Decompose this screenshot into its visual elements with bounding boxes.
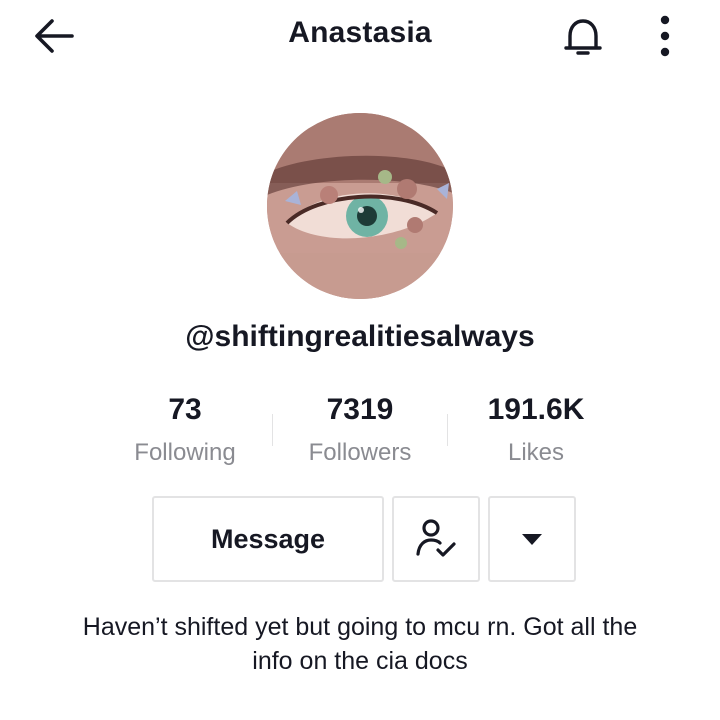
following-status-button[interactable] bbox=[392, 496, 480, 582]
followers-label: Followers bbox=[308, 439, 412, 466]
stat-followers[interactable]: 7319 Followers bbox=[270, 392, 450, 468]
username: @shiftingrealitiesalways bbox=[185, 320, 535, 353]
stat-likes[interactable]: 191.6K Likes bbox=[446, 392, 626, 468]
followers-count: 7319 bbox=[326, 393, 394, 426]
stat-following[interactable]: 73 Following bbox=[95, 392, 275, 468]
likes-count: 191.6K bbox=[487, 393, 585, 426]
avatar-image bbox=[267, 113, 453, 299]
notifications-button[interactable] bbox=[558, 12, 608, 62]
avatar[interactable] bbox=[267, 113, 453, 299]
more-options-button[interactable] bbox=[650, 12, 680, 62]
more-vertical-icon bbox=[660, 15, 670, 57]
page-title: Anastasia bbox=[288, 16, 432, 49]
following-label: Following bbox=[134, 439, 236, 466]
likes-label: Likes bbox=[507, 439, 565, 466]
message-button[interactable]: Message bbox=[152, 496, 384, 582]
top-bar: Anastasia bbox=[0, 0, 720, 72]
user-check-icon bbox=[416, 519, 456, 557]
following-count: 73 bbox=[168, 393, 202, 426]
suggested-accounts-button[interactable] bbox=[488, 496, 576, 582]
bell-icon bbox=[564, 19, 602, 55]
caret-down-icon bbox=[522, 534, 542, 545]
profile-bio: Haven’t shifted yet but going to mcu rn.… bbox=[82, 613, 638, 675]
